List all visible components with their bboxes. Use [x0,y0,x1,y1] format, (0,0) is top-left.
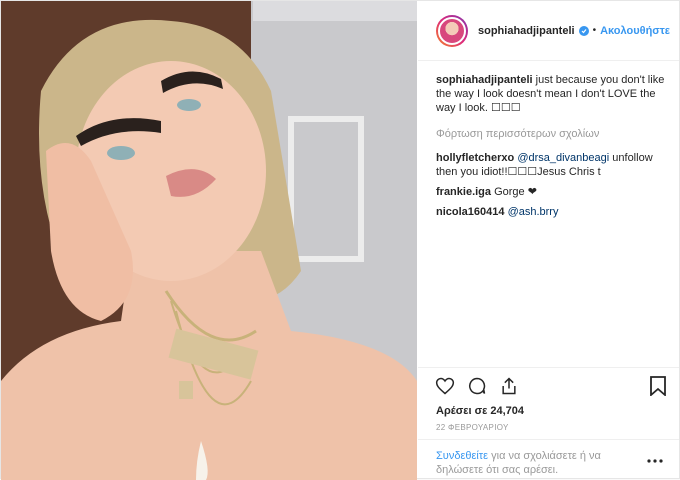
post-photo[interactable] [1,1,417,480]
separator-dot: • [592,25,597,36]
comment-item: nicola160414 @ash.brry [436,205,671,219]
load-more-comments-link[interactable]: Φόρτωση περισσότερων σχολίων [436,127,671,141]
share-icon[interactable] [499,376,519,396]
post-header: sophiahadjipanteli • Ακολουθήστε [418,1,679,61]
post-sidebar: sophiahadjipanteli • Ακολουθήστε sophiah… [418,1,679,478]
login-link[interactable]: Συνδεθείτε [436,450,488,462]
portrait-image [1,1,417,480]
comment-username[interactable]: frankie.iga [436,186,491,198]
more-options-icon[interactable] [647,458,663,464]
comments-section: sophiahadjipanteli just because you don'… [436,73,671,225]
instagram-post: sophiahadjipanteli • Ακολουθήστε sophiah… [0,0,680,480]
bookmark-icon[interactable] [649,376,667,396]
action-bar: Αρέσει σε 24,704 22 ΦΕΒΡΟΥΑΡΙΟΥ Συνδεθεί… [418,367,679,479]
likes-count[interactable]: Αρέσει σε 24,704 [436,405,524,417]
avatar[interactable] [436,14,468,47]
comment-mention[interactable]: @ash.brry [508,206,559,218]
header-username[interactable]: sophiahadjipanteli [478,25,575,37]
comment-text: Gorge ❤ [491,186,537,198]
login-prompt: Συνδεθείτε για να σχολιάσετε ή να δηλώσε… [418,439,679,479]
post-date[interactable]: 22 ΦΕΒΡΟΥΑΡΙΟΥ [436,423,509,432]
comment-mention[interactable]: @drsa_divanbeagi [517,152,609,164]
verified-badge-icon [578,25,589,36]
comment-username[interactable]: nicola160414 [436,206,505,218]
action-icons [435,376,519,396]
caption-username[interactable]: sophiahadjipanteli [436,74,533,86]
avatar-image [438,16,466,45]
comment-item: hollyfletcherxo @drsa_divanbeagi unfollo… [436,151,671,179]
caption: sophiahadjipanteli just because you don'… [436,73,671,115]
comment-icon[interactable] [467,376,487,396]
comment-item: frankie.iga Gorge ❤ [436,185,671,199]
heart-icon[interactable] [435,376,455,396]
follow-button[interactable]: Ακολουθήστε [600,25,670,37]
comment-username[interactable]: hollyfletcherxo [436,152,514,164]
